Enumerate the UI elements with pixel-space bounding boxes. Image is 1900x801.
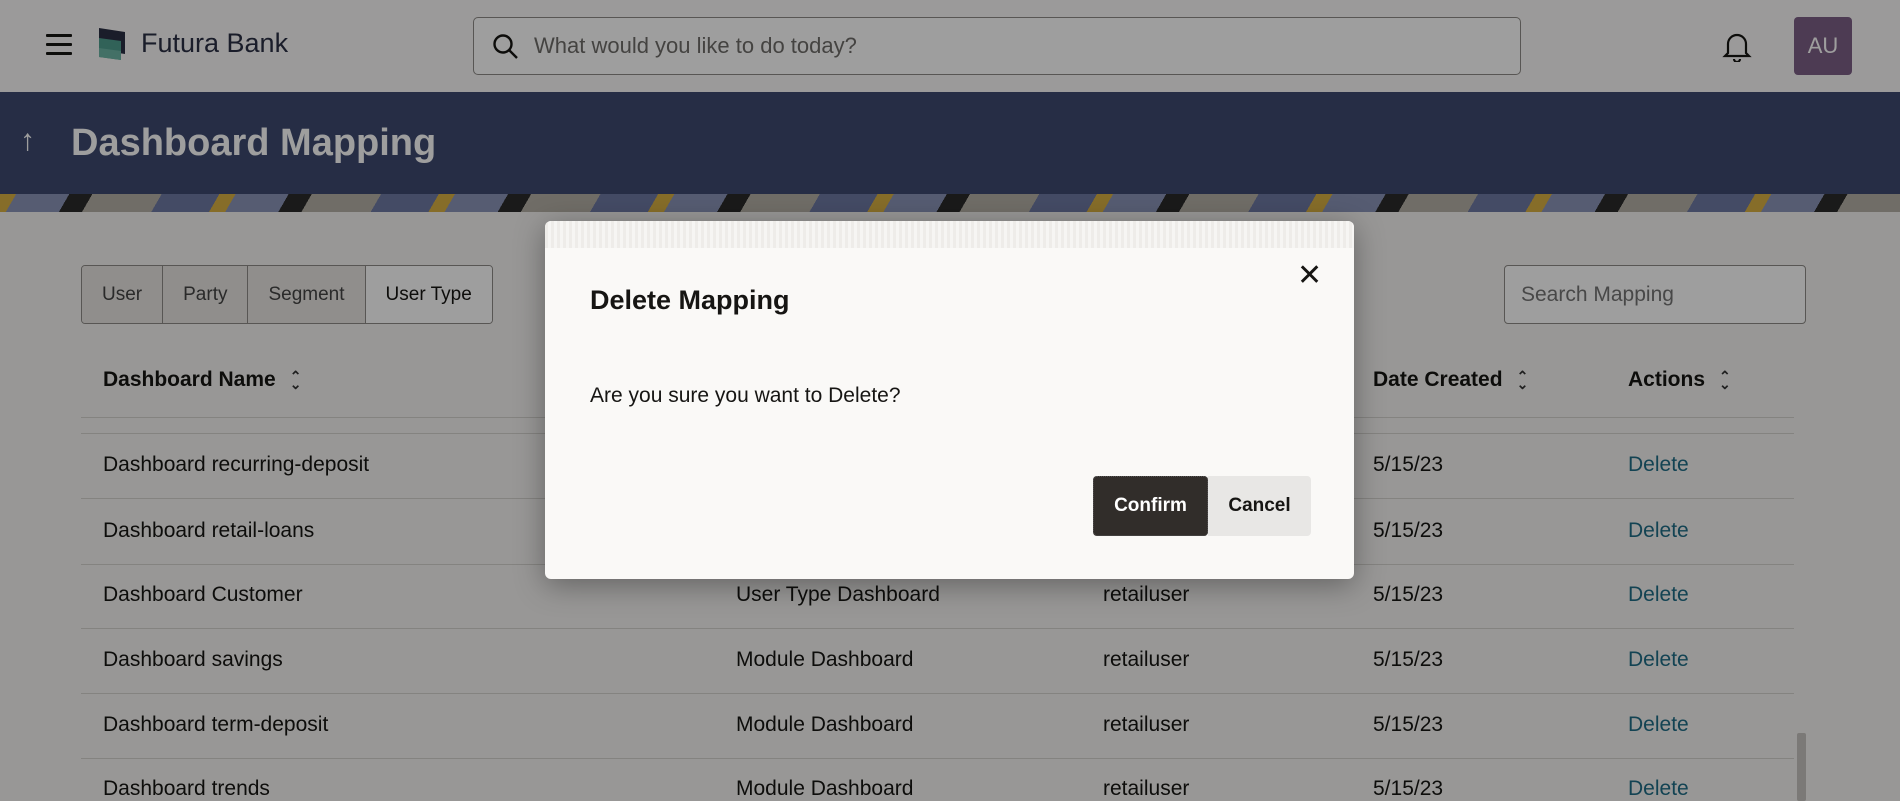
confirm-button[interactable]: Confirm: [1093, 476, 1208, 536]
dialog-header-pattern: [545, 221, 1354, 248]
delete-mapping-dialog: Delete Mapping ✕ Are you sure you want t…: [545, 221, 1354, 579]
dialog-title: Delete Mapping: [590, 285, 790, 315]
dialog-message: Are you sure you want to Delete?: [590, 384, 901, 407]
close-icon[interactable]: ✕: [1297, 261, 1322, 291]
cancel-button[interactable]: Cancel: [1208, 476, 1311, 536]
